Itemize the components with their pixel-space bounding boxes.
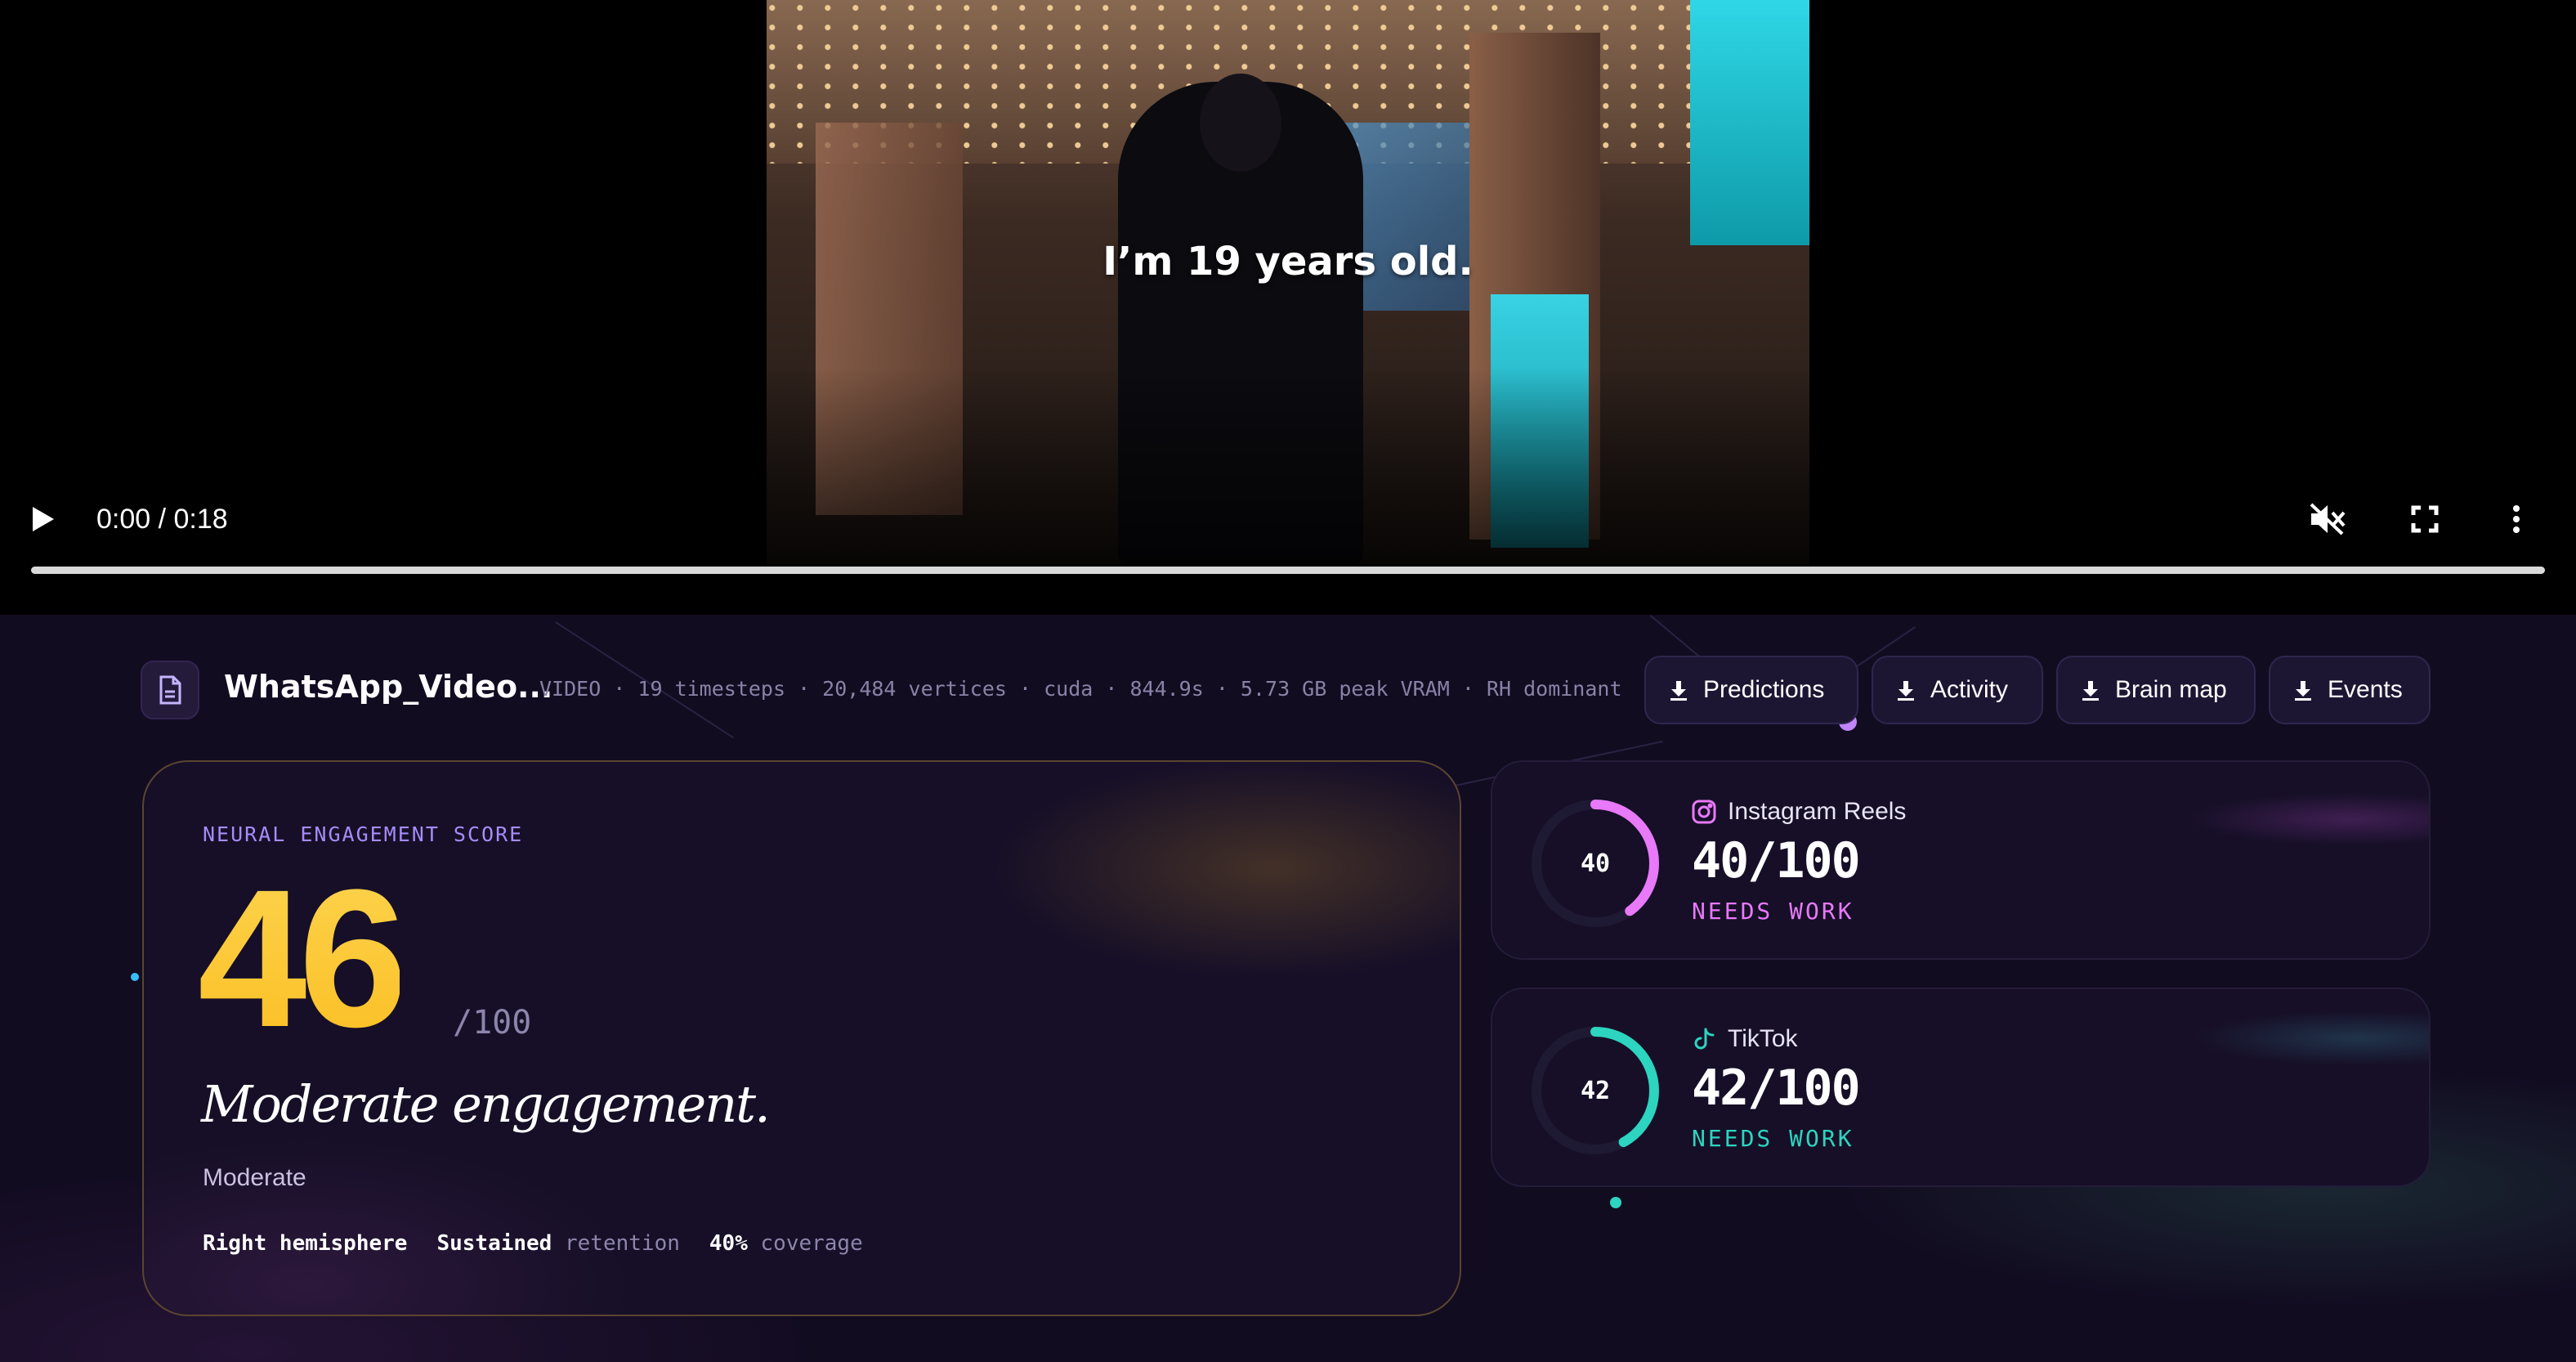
download-predictions-label: Predictions	[1703, 676, 1825, 703]
score-value: 46	[198, 849, 408, 1068]
stat-hemisphere-value: Right hemisphere	[203, 1231, 408, 1256]
platform-score: 42/100	[1692, 1060, 1861, 1117]
play-button[interactable]	[31, 499, 64, 540]
download-activity-button[interactable]: Activity	[1872, 656, 2043, 724]
analysis-dashboard: WhatsApp_Video... VIDEO · 19 timesteps ·…	[0, 615, 2576, 1362]
more-options-button[interactable]	[2512, 499, 2537, 540]
engagement-score-card: NEURAL ENGAGEMENT SCORE 46 /100 Moderate…	[142, 760, 1461, 1316]
file-name: WhatsApp_Video...	[224, 669, 553, 705]
download-icon	[1898, 681, 1914, 701]
ring-value: 40	[1580, 849, 1611, 878]
video-time: 0:00 / 0:18	[96, 503, 228, 535]
tiktok-icon	[1694, 1028, 1715, 1050]
download-icon	[2295, 681, 2311, 701]
download-predictions-button[interactable]: Predictions	[1644, 656, 1858, 724]
score-level: Moderate	[203, 1164, 306, 1191]
download-events-button[interactable]: Events	[2269, 656, 2431, 724]
stat-coverage-value: 40%	[709, 1231, 748, 1256]
person-head	[1200, 74, 1281, 172]
platform-name-row: TikTok	[1692, 1025, 1798, 1053]
instagram-icon	[1692, 800, 1716, 824]
video-progress-bar[interactable]	[31, 567, 2545, 574]
file-meta: VIDEO · 19 timesteps · 20,484 vertices ·…	[539, 677, 1622, 701]
stat-hemisphere: Right hemisphere	[203, 1231, 407, 1256]
kebab-menu-icon	[2513, 505, 2520, 533]
stat-retention-value: Sustained	[436, 1231, 552, 1256]
fullscreen-button[interactable]	[2411, 499, 2449, 540]
download-brain-map-button[interactable]: Brain map	[2056, 656, 2256, 724]
stat-coverage: 40% coverage	[709, 1231, 863, 1256]
video-player[interactable]: I’m 19 years old. 0:00 / 0:18	[0, 0, 2576, 615]
document-icon	[159, 675, 181, 705]
ring-value: 42	[1580, 1076, 1611, 1105]
fullscreen-icon	[2411, 505, 2439, 533]
blue-screen	[1690, 0, 1809, 245]
platform-card-instagram: 40 Instagram Reels 40/100 NEEDS WORK	[1491, 760, 2431, 960]
platform-score: 40/100	[1692, 832, 1861, 889]
decorative-dot	[131, 973, 139, 981]
platform-name-row: Instagram Reels	[1692, 798, 1906, 826]
download-activity-label: Activity	[1930, 676, 2009, 703]
play-icon	[33, 507, 54, 531]
video-frame[interactable]: I’m 19 years old.	[767, 0, 1809, 564]
download-icon	[1670, 681, 1687, 701]
score-stats: Right hemisphere Sustained retention 40%…	[203, 1231, 863, 1256]
decorative-line	[1649, 615, 1702, 658]
video-caption: I’m 19 years old.	[1102, 239, 1474, 284]
stat-retention-label: retention	[565, 1231, 680, 1256]
score-out-of: /100	[453, 1004, 532, 1042]
file-icon-box	[141, 661, 199, 719]
platform-status: NEEDS WORK	[1692, 898, 1854, 925]
score-headline: Moderate engagement.	[201, 1074, 771, 1134]
stat-coverage-label: coverage	[760, 1231, 863, 1256]
download-icon	[2082, 681, 2099, 701]
platform-name: Instagram Reels	[1728, 798, 1907, 825]
floor-shade	[767, 368, 1809, 564]
score-label: NEURAL ENGAGEMENT SCORE	[203, 822, 524, 846]
stat-retention: Sustained retention	[436, 1231, 679, 1256]
platform-status: NEEDS WORK	[1692, 1125, 1854, 1152]
download-events-label: Events	[2328, 676, 2403, 703]
muted-speaker-icon	[2310, 503, 2346, 535]
decorative-dot	[1610, 1197, 1621, 1208]
platform-name: TikTok	[1728, 1025, 1798, 1052]
download-brain-map-label: Brain map	[2115, 676, 2227, 703]
mute-button[interactable]	[2310, 499, 2352, 540]
platform-card-tiktok: 42 TikTok 42/100 NEEDS WORK	[1491, 988, 2431, 1187]
